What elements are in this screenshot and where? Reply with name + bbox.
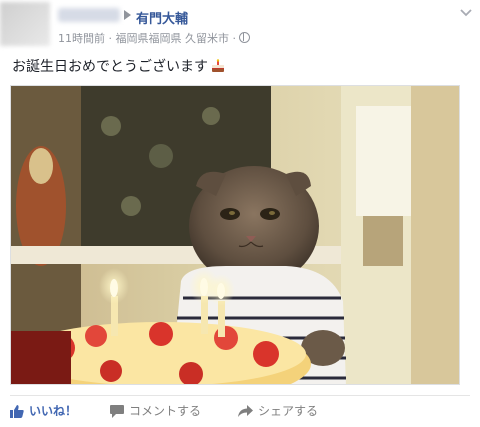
post-to-arrow-icon [124,10,131,20]
author-name-redacted[interactable] [58,8,120,22]
globe-icon [238,32,250,43]
cake-icon [210,59,226,73]
post-options-chevron-icon[interactable] [460,8,472,18]
post-message-text: お誕生日おめでとうございます [12,59,208,75]
target-profile-link[interactable]: 有門大輔 [136,8,188,27]
like-label: いいね！ [29,404,78,418]
like-button[interactable]: いいね！ [10,402,77,420]
post-photo[interactable] [10,85,460,385]
share-label: シェアする [258,404,319,418]
comment-button[interactable]: コメントする [110,402,201,420]
post-message: お誕生日おめでとうございます [12,56,226,76]
facebook-post-card: 有門大輔 11時間前 · 福岡県福岡県 久留米市 · お誕生日おめでとうございま… [0,0,480,427]
action-divider [10,395,470,396]
share-button[interactable]: シェアする [238,402,318,420]
post-meta: 11時間前 · 福岡県福岡県 久留米市 · [58,30,250,46]
comment-label: コメントする [129,404,202,418]
author-avatar[interactable] [0,2,50,46]
thumbs-up-icon [10,404,24,421]
share-arrow-icon [238,405,253,421]
post-timestamp-location[interactable]: 11時間前 · 福岡県福岡県 久留米市 · [58,32,236,45]
comment-icon [110,405,124,421]
